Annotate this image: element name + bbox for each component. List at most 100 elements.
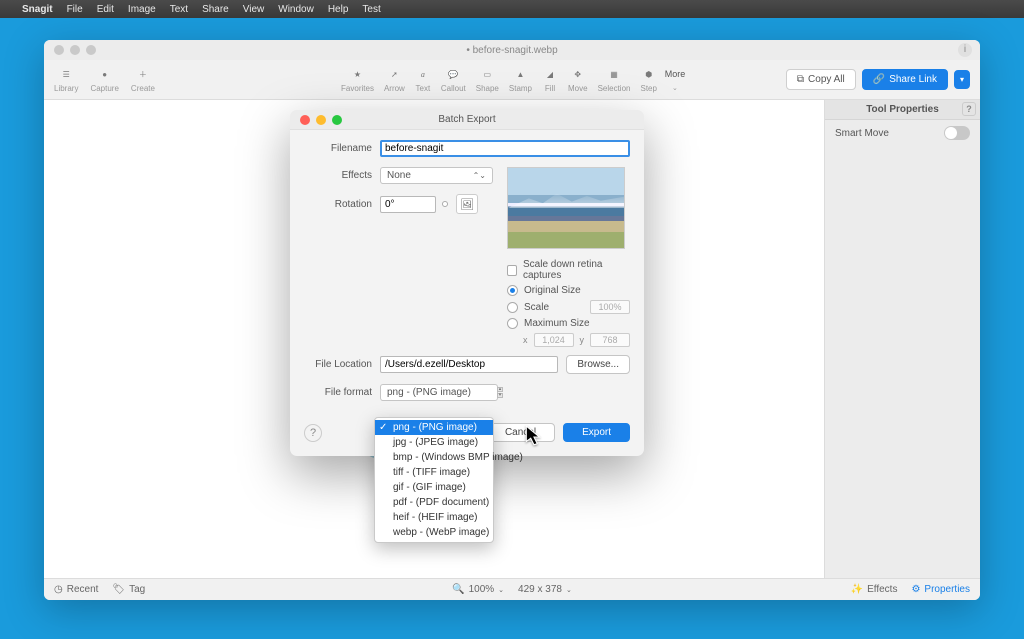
format-option-label: png - (PNG image) [393, 422, 477, 433]
format-option-gif[interactable]: gif - (GIF image) [375, 480, 493, 495]
menu-file[interactable]: File [67, 4, 83, 15]
scale-retina-checkbox[interactable] [507, 265, 517, 276]
window-title: • before-snagit.webp [44, 45, 980, 56]
rotation-indicator[interactable] [442, 201, 448, 207]
info-icon[interactable]: i [958, 43, 972, 57]
format-option-heif[interactable]: heif - (HEIF image) [375, 510, 493, 525]
scale-row[interactable]: Scale [507, 300, 630, 314]
format-option-bmp[interactable]: bmp - (Windows BMP image) [375, 450, 493, 465]
effects-icon: ✨ [851, 584, 863, 595]
tool-callout-label: Callout [441, 84, 466, 93]
properties-button[interactable]: ⚙Properties [911, 584, 970, 595]
effects-label: Effects [867, 584, 897, 595]
menu-view[interactable]: View [243, 4, 265, 15]
format-option-jpg[interactable]: jpg - (JPEG image) [375, 435, 493, 450]
chevron-down-icon: ⌄ [566, 586, 572, 594]
file-format-stepper[interactable]: ▴▾ [497, 387, 503, 398]
menu-window[interactable]: Window [278, 4, 314, 15]
scale-retina-row[interactable]: Scale down retina captures [507, 259, 630, 281]
help-icon[interactable]: ? [962, 102, 976, 116]
hamburger-icon: ☰ [58, 66, 74, 82]
tool-step-label: Step [640, 84, 656, 93]
share-link-dropdown[interactable]: ▾ [954, 70, 970, 89]
menu-help[interactable]: Help [328, 4, 349, 15]
tool-step[interactable]: ⬢Step [640, 66, 656, 93]
create-button[interactable]: ＋Create [131, 66, 155, 93]
max-size-radio[interactable] [507, 318, 518, 329]
tool-favorites[interactable]: ★Favorites [341, 66, 374, 93]
format-option-webp[interactable]: webp - (WebP image) [375, 525, 493, 540]
file-format-label: File format [304, 387, 380, 398]
export-button[interactable]: Export [563, 423, 630, 442]
tool-text-label: Text [415, 84, 430, 93]
rotation-reset-button[interactable]: 🖼 [456, 194, 478, 214]
toolbar-left: ☰Library ●Capture ＋Create [54, 66, 155, 93]
capture-label: Capture [90, 84, 118, 93]
dimensions-display[interactable]: 429 x 378 ⌄ [518, 584, 572, 595]
tool-arrow[interactable]: ➚Arrow [384, 66, 405, 93]
tool-selection[interactable]: ▦Selection [598, 66, 631, 93]
file-format-value: png - (PNG image) [387, 387, 471, 398]
tool-more[interactable]: More⌄ [667, 66, 683, 93]
menu-share[interactable]: Share [202, 4, 229, 15]
tool-callout[interactable]: 💬Callout [441, 66, 466, 93]
recent-button[interactable]: ◷Recent [54, 584, 98, 595]
max-size-label: Maximum Size [524, 318, 590, 329]
mouse-cursor [525, 425, 543, 452]
copy-all-button[interactable]: ⧉Copy All [786, 69, 856, 90]
menu-test[interactable]: Test [362, 4, 380, 15]
effects-button[interactable]: ✨ Effects [851, 584, 898, 595]
menu-edit[interactable]: Edit [97, 4, 114, 15]
menu-text[interactable]: Text [170, 4, 188, 15]
text-icon: a [415, 66, 431, 82]
format-option-pdf[interactable]: pdf - (PDF document) [375, 495, 493, 510]
effects-label: Effects [304, 170, 380, 181]
menu-image[interactable]: Image [128, 4, 156, 15]
x-input[interactable] [534, 333, 574, 347]
format-option-png[interactable]: ✓ png - (PNG image) [375, 420, 493, 435]
filename-label: Filename [304, 143, 380, 154]
recent-label: Recent [67, 584, 99, 595]
format-option-tiff[interactable]: tiff - (TIFF image) [375, 465, 493, 480]
dialog-titlebar: Batch Export [290, 110, 644, 130]
scale-label: Scale [524, 302, 549, 313]
zoom-control[interactable]: 🔍100%⌄ [452, 584, 504, 595]
filename-input[interactable] [380, 140, 630, 157]
tag-icon: 🏷 [112, 584, 125, 595]
dimensions-value: 429 x 378 [518, 584, 562, 595]
tool-stamp[interactable]: ▲Stamp [509, 66, 532, 93]
scale-pct-input[interactable] [590, 300, 630, 314]
preview-image [507, 167, 625, 249]
plus-icon: ＋ [135, 66, 151, 82]
rotation-input[interactable] [380, 196, 436, 213]
check-icon: ✓ [379, 422, 387, 433]
file-format-select[interactable]: png - (PNG image) [380, 384, 498, 401]
macos-menubar: Snagit File Edit Image Text Share View W… [0, 0, 1024, 18]
tool-fill[interactable]: ◢Fill [542, 66, 558, 93]
menubar-app[interactable]: Snagit [22, 4, 53, 15]
tool-fill-label: Fill [545, 84, 555, 93]
y-input[interactable] [590, 333, 630, 347]
original-size-radio[interactable] [507, 285, 518, 296]
dialog-help-button[interactable]: ? [304, 424, 322, 442]
status-bar: ◷Recent 🏷Tag 🔍100%⌄ 429 x 378⌄ ✨Effects … [44, 578, 980, 600]
smart-move-toggle[interactable] [944, 126, 970, 140]
max-size-dims: x y [523, 333, 630, 347]
tool-text[interactable]: a Text [415, 66, 431, 93]
scale-radio[interactable] [507, 302, 518, 313]
capture-button[interactable]: ●Capture [90, 66, 118, 93]
tool-properties-title: Tool Properties [866, 104, 939, 115]
max-size-row[interactable]: Maximum Size [507, 318, 630, 329]
file-format-dropdown[interactable]: ✓ png - (PNG image) jpg - (JPEG image) bm… [374, 417, 494, 543]
file-location-input[interactable] [380, 356, 558, 373]
cancel-button[interactable]: Cancel [486, 423, 555, 442]
effects-select[interactable]: None⌃⌄ [380, 167, 493, 184]
library-button[interactable]: ☰Library [54, 66, 78, 93]
tool-move[interactable]: ✥Move [568, 66, 588, 93]
browse-button[interactable]: Browse... [566, 355, 630, 374]
y-label: y [580, 335, 585, 345]
share-link-button[interactable]: 🔗Share Link [862, 69, 948, 90]
tool-shape[interactable]: ▭Shape [476, 66, 499, 93]
tag-button[interactable]: 🏷Tag [112, 584, 145, 595]
original-size-row[interactable]: Original Size [507, 285, 630, 296]
